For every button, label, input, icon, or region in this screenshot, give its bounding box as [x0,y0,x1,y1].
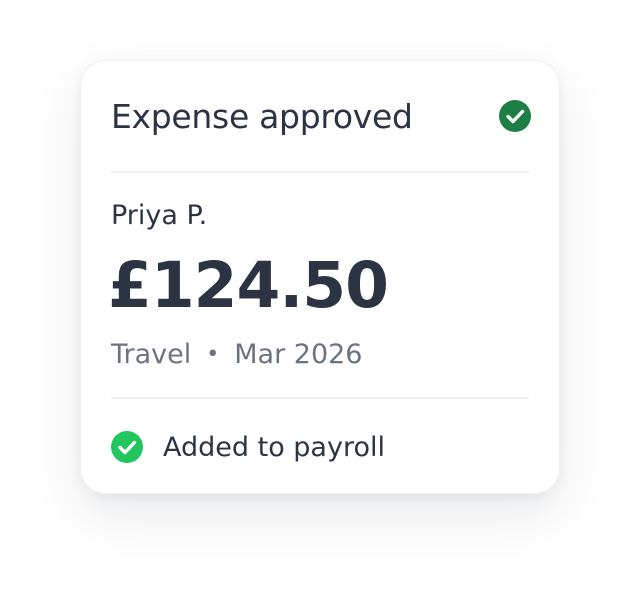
expense-category: Travel [111,339,192,370]
employee-name: Priya P. [111,200,208,231]
card-body: Priya P. £124.50 Travel • Mar 2026 [108,173,529,399]
payroll-status-text: Added to payroll [163,431,385,463]
card-footer: Added to payroll [111,399,529,495]
expense-card: Expense approved Priya P. £124.50 Travel… [80,60,560,494]
card-header: Expense approved [111,61,531,173]
approved-check-icon [499,100,531,132]
payroll-check-icon [111,431,143,463]
expense-amount: £124.50 [108,249,389,322]
expense-period: Mar 2026 [234,339,363,370]
meta-separator: • [206,342,220,367]
card-title: Expense approved [111,96,413,136]
expense-meta: Travel • Mar 2026 [111,339,363,370]
